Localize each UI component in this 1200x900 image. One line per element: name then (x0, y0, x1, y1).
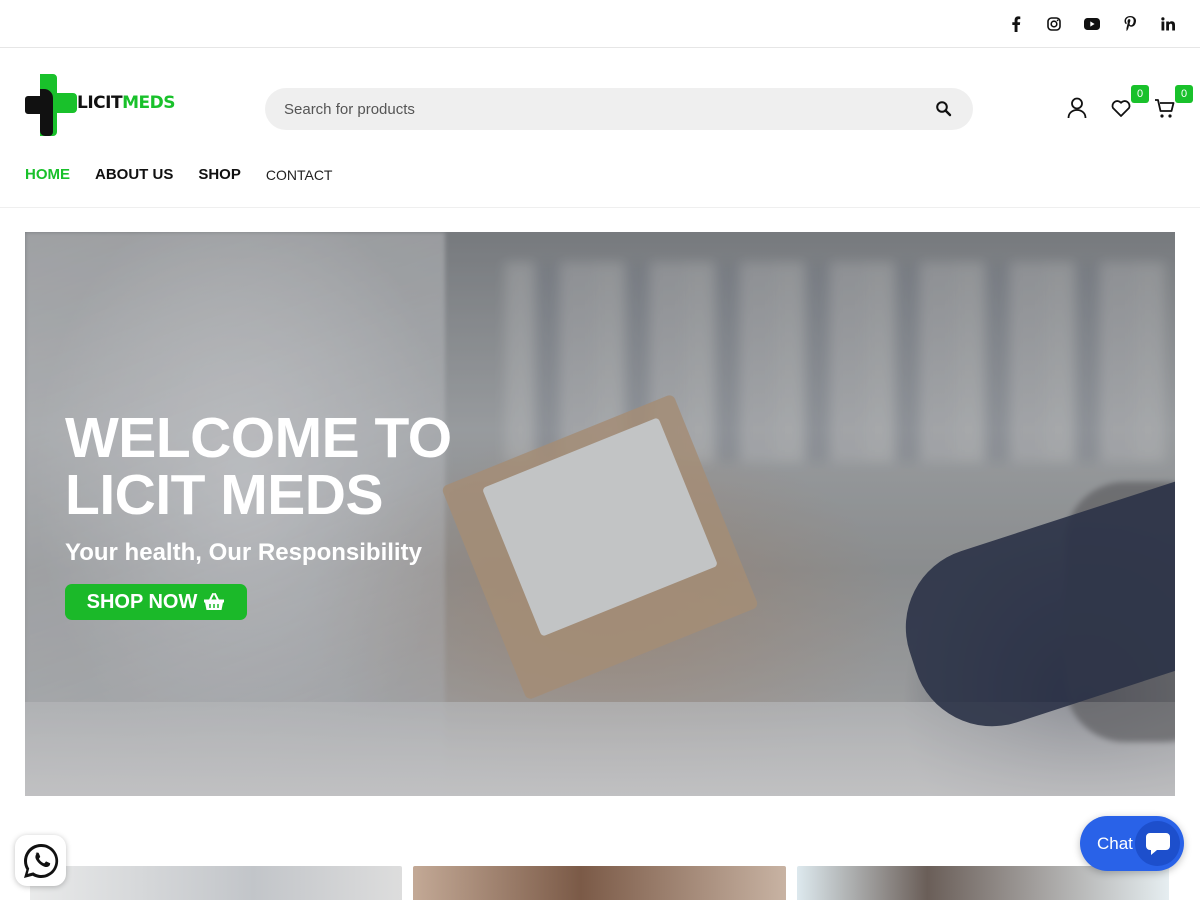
chat-bubble-icon (1135, 821, 1180, 866)
feature-card-image[interactable] (30, 866, 402, 900)
search-icon[interactable] (935, 100, 953, 118)
nav-item-shop[interactable]: SHOP (198, 166, 241, 183)
account-icon[interactable] (1066, 96, 1088, 120)
shop-now-button[interactable]: SHOP NOW (65, 584, 247, 620)
logo-text-licit: LICIT (77, 93, 123, 113)
hero-banner: WELCOME TO LICIT MEDS Your health, Our R… (25, 232, 1175, 796)
cart-count-badge: 0 (1175, 85, 1193, 103)
chat-label: Chat (1097, 834, 1133, 853)
whatsapp-icon (23, 843, 58, 878)
cart-icon (1155, 99, 1175, 118)
wishlist-count-badge: 0 (1131, 85, 1149, 103)
logo-text-meds: MEDS (122, 93, 175, 113)
search-bar (265, 88, 973, 130)
basket-icon (204, 593, 225, 610)
social-links (1008, 14, 1176, 34)
wishlist-button[interactable]: 0 (1110, 85, 1149, 120)
feature-card-image[interactable] (797, 866, 1169, 900)
whatsapp-button[interactable] (15, 835, 66, 886)
instagram-icon[interactable] (1046, 14, 1062, 34)
chat-widget-button[interactable]: Chat (1080, 816, 1184, 871)
heart-icon (1111, 100, 1131, 117)
feature-cards (30, 866, 1170, 900)
nav-item-home[interactable]: HOME (25, 166, 70, 183)
nav-item-contact[interactable]: CONTACT (266, 167, 333, 183)
facebook-icon[interactable] (1008, 14, 1024, 34)
nav-item-about-us[interactable]: ABOUT US (95, 166, 173, 183)
search-input[interactable] (284, 88, 904, 130)
hero-title: WELCOME TO LICIT MEDS (65, 406, 452, 527)
top-bar (0, 0, 1200, 48)
main-nav: HOME ABOUT US SHOP CONTACT (25, 166, 357, 183)
cart-button[interactable]: 0 (1154, 85, 1193, 120)
logo-cross-icon (25, 74, 77, 136)
feature-card-image[interactable] (413, 866, 786, 900)
site-header: LICITMEDS 0 0 HOME ABOUT US SHOP CONTACT (0, 48, 1200, 208)
linkedin-icon[interactable] (1160, 14, 1176, 34)
header-actions: 0 0 (1066, 85, 1193, 120)
youtube-icon[interactable] (1084, 14, 1100, 34)
shop-now-label: SHOP NOW (86, 590, 198, 613)
pinterest-icon[interactable] (1122, 14, 1138, 34)
logo[interactable]: LICITMEDS (25, 74, 185, 136)
logo-text: LICITMEDS (77, 93, 175, 113)
hero-subtitle: Your health, Our Responsibility (65, 539, 422, 566)
